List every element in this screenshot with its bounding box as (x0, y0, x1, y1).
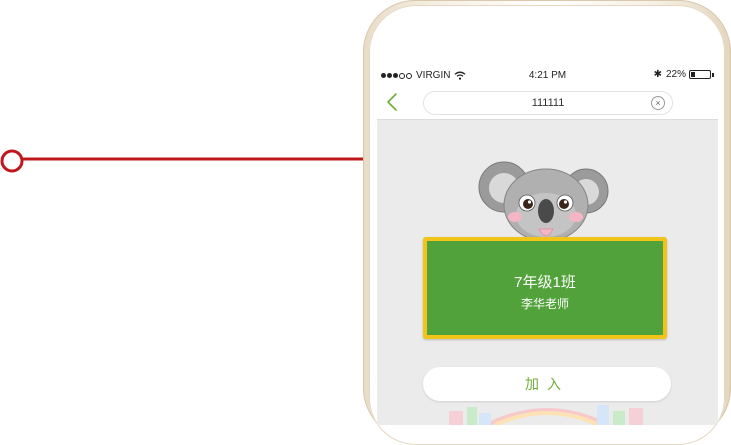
search-input-value: 111111 (531, 97, 565, 109)
status-bar: VIRGIN 4:21 PM ✱ 22% (377, 64, 718, 86)
class-info-board: 7年级1班 李华老师 (423, 237, 667, 339)
join-button[interactable]: 加入 (423, 367, 671, 401)
nav-bar: 111111 × (377, 86, 718, 120)
teacher-name: 李华老师 (520, 297, 569, 311)
city-rainbow-decoration (449, 405, 643, 425)
class-name: 7年级1班 (514, 274, 576, 291)
app-screen: VIRGIN 4:21 PM ✱ 22% 111111 × 7年级1班 李华老师… (377, 64, 718, 425)
back-chevron-icon[interactable] (385, 92, 399, 112)
battery-percent: 22% (665, 69, 686, 80)
search-input[interactable]: 111111 × (423, 91, 673, 115)
status-right: ✱ 22% (654, 69, 714, 80)
koala-nose (538, 199, 554, 223)
callout-marker-circle (0, 149, 24, 173)
phone-mockup: VIRGIN 4:21 PM ✱ 22% 111111 × 7年级1班 李华老师… (363, 0, 731, 445)
battery-tip (712, 72, 714, 77)
clear-icon[interactable]: × (651, 96, 665, 110)
bluetooth-icon: ✱ (653, 69, 662, 80)
battery-fill (691, 72, 695, 77)
battery-icon (689, 70, 711, 79)
